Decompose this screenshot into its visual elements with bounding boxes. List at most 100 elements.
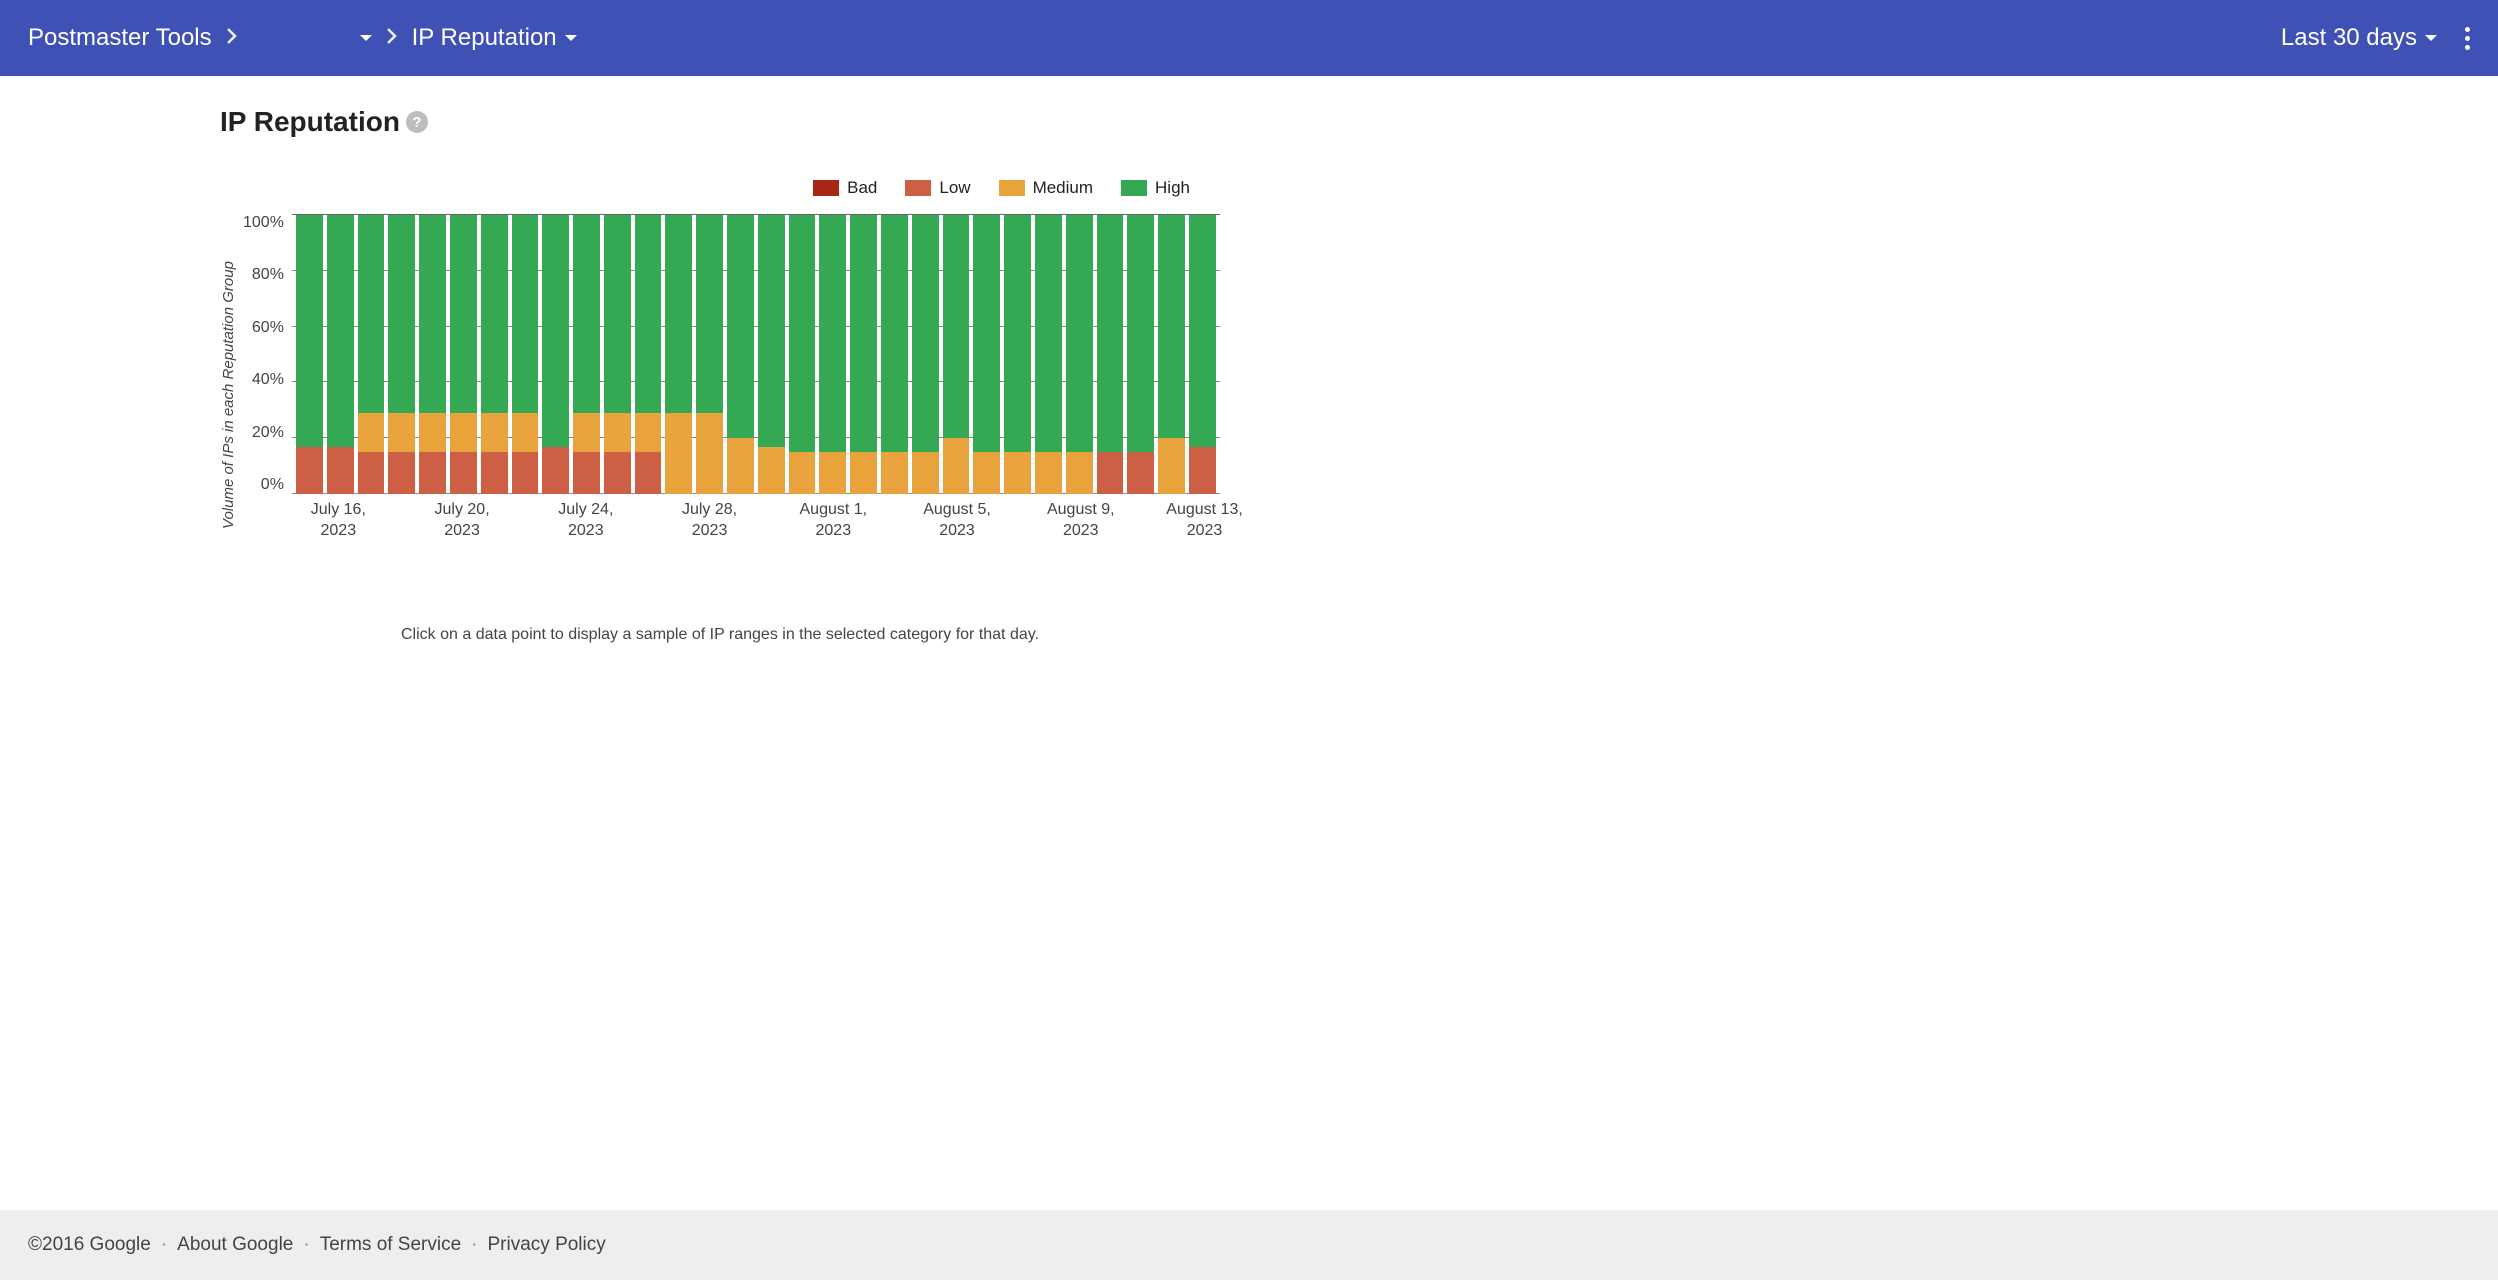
legend-item-high[interactable]: High [1121,178,1190,198]
chart-bar[interactable] [912,215,939,494]
bar-segment-high[interactable] [819,215,846,452]
bar-segment-low[interactable] [635,452,662,494]
bar-segment-high[interactable] [1066,215,1093,452]
legend-item-medium[interactable]: Medium [999,178,1093,198]
bar-segment-low[interactable] [1189,447,1216,494]
bar-segment-medium[interactable] [388,413,415,452]
chart-bar[interactable] [1097,215,1124,494]
chart-bar[interactable] [727,215,754,494]
chart-bar[interactable] [1189,215,1216,494]
bar-segment-high[interactable] [296,215,323,447]
bar-segment-high[interactable] [758,215,785,447]
bar-segment-high[interactable] [1127,215,1154,452]
bar-segment-low[interactable] [604,452,631,494]
bar-segment-high[interactable] [665,215,692,413]
bar-segment-medium[interactable] [881,452,908,494]
legend-item-low[interactable]: Low [905,178,970,198]
bar-segment-low[interactable] [481,452,508,494]
overflow-menu-icon[interactable] [2465,27,2470,50]
bar-segment-low[interactable] [327,447,354,494]
bar-segment-medium[interactable] [419,413,446,452]
bar-segment-medium[interactable] [912,452,939,494]
breadcrumb-view-dropdown[interactable]: IP Reputation [412,24,577,52]
chart-bar[interactable] [1035,215,1062,494]
bar-segment-high[interactable] [1158,215,1185,438]
bar-segment-medium[interactable] [450,413,477,452]
bar-segment-medium[interactable] [635,413,662,452]
chart-bar[interactable] [604,215,631,494]
bar-segment-high[interactable] [850,215,877,452]
chart-bar[interactable] [1066,215,1093,494]
breadcrumb-domain-dropdown[interactable] [252,32,372,44]
bar-segment-high[interactable] [881,215,908,452]
bar-segment-medium[interactable] [943,438,970,494]
chart-bar[interactable] [450,215,477,494]
chart-bar[interactable] [512,215,539,494]
chart-bar[interactable] [973,215,1000,494]
bar-segment-high[interactable] [1189,215,1216,447]
chart-bar[interactable] [481,215,508,494]
bar-segment-medium[interactable] [665,413,692,494]
bar-segment-high[interactable] [481,215,508,413]
bar-segment-high[interactable] [388,215,415,413]
daterange-dropdown[interactable]: Last 30 days [2281,24,2437,52]
chart-bar[interactable] [327,215,354,494]
chart-bar[interactable] [881,215,908,494]
bar-segment-medium[interactable] [1158,438,1185,494]
chart-bar[interactable] [943,215,970,494]
bar-segment-low[interactable] [1127,452,1154,494]
bar-segment-low[interactable] [1097,452,1124,494]
bar-segment-high[interactable] [973,215,1000,452]
bar-segment-high[interactable] [327,215,354,447]
footer-link-about[interactable]: About Google [177,1234,293,1256]
help-icon[interactable]: ? [406,111,428,133]
chart-bar[interactable] [665,215,692,494]
chart-bar[interactable] [696,215,723,494]
bar-segment-high[interactable] [542,215,569,447]
bar-segment-low[interactable] [450,452,477,494]
bar-segment-high[interactable] [789,215,816,452]
bar-segment-medium[interactable] [512,413,539,452]
bar-segment-high[interactable] [450,215,477,413]
bar-segment-low[interactable] [573,452,600,494]
chart-bar[interactable] [850,215,877,494]
legend-item-bad[interactable]: Bad [813,178,877,198]
chart-bar[interactable] [358,215,385,494]
bar-segment-medium[interactable] [1035,452,1062,494]
chart-bar[interactable] [573,215,600,494]
chart-bar[interactable] [789,215,816,494]
bar-segment-low[interactable] [419,452,446,494]
bar-segment-high[interactable] [943,215,970,438]
bar-segment-medium[interactable] [696,413,723,494]
chart-bar[interactable] [419,215,446,494]
bar-segment-high[interactable] [696,215,723,413]
bar-segment-high[interactable] [573,215,600,413]
bar-segment-high[interactable] [419,215,446,413]
bar-segment-low[interactable] [542,447,569,494]
chart-bar[interactable] [542,215,569,494]
bar-segment-high[interactable] [512,215,539,413]
chart-bar[interactable] [635,215,662,494]
bar-segment-high[interactable] [1097,215,1124,452]
breadcrumb-app[interactable]: Postmaster Tools [28,24,212,52]
bar-segment-high[interactable] [912,215,939,452]
bar-segment-medium[interactable] [1004,452,1031,494]
bar-segment-medium[interactable] [1066,452,1093,494]
bar-segment-medium[interactable] [573,413,600,452]
bar-segment-high[interactable] [727,215,754,438]
footer-link-terms[interactable]: Terms of Service [320,1234,461,1256]
bar-segment-medium[interactable] [819,452,846,494]
chart-bar[interactable] [296,215,323,494]
bar-segment-medium[interactable] [758,447,785,494]
chart-bar[interactable] [758,215,785,494]
footer-link-privacy[interactable]: Privacy Policy [488,1234,606,1256]
bar-segment-low[interactable] [388,452,415,494]
chart-bar[interactable] [1127,215,1154,494]
chart-bar[interactable] [1158,215,1185,494]
bar-segment-high[interactable] [1035,215,1062,452]
bar-segment-high[interactable] [358,215,385,413]
chart-bar[interactable] [819,215,846,494]
chart-bar[interactable] [388,215,415,494]
bar-segment-high[interactable] [635,215,662,413]
chart-bar[interactable] [1004,215,1031,494]
